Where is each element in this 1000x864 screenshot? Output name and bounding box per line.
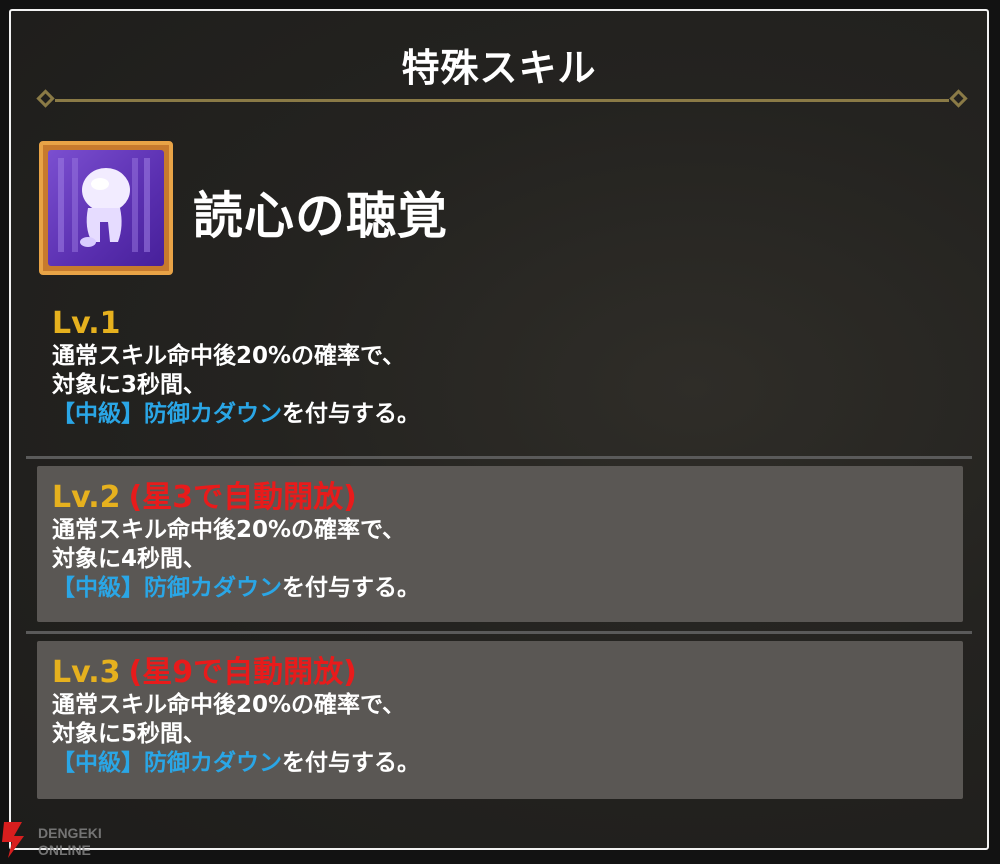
divider-line (55, 99, 949, 102)
level-1-line2: 対象に3秒間、 (52, 372, 207, 398)
unlock-condition: (星9で自動開放) (128, 655, 357, 690)
level-3-block: Lv.3 (星9で自動開放) 通常スキル命中後20%の確率で、 対象に5秒間、 【… (52, 655, 420, 778)
level-3-line1: 通常スキル命中後20%の確率で、 (52, 692, 406, 718)
level-separator (26, 631, 972, 634)
watermark-line1: DENGEKI (38, 825, 102, 841)
level-2-block: Lv.2 (星3で自動開放) 通常スキル命中後20%の確率で、 対象に4秒間、 【… (52, 480, 420, 603)
level-3-header: Lv.3 (星9で自動開放) (52, 655, 420, 691)
level-1-block: Lv.1 通常スキル命中後20%の確率で、 対象に3秒間、 【中級】防御カダウン… (52, 306, 420, 429)
debuff-tag: 【中級】防御カダウン (52, 750, 282, 776)
level-label: Lv.3 (52, 655, 121, 690)
level-1-line3: 【中級】防御カダウンを付与する。 (52, 400, 420, 429)
ghost-figure-icon (58, 158, 150, 252)
level-2-header: Lv.2 (星3で自動開放) (52, 480, 420, 516)
title-divider (36, 89, 968, 113)
level-separator (26, 456, 972, 459)
debuff-tag: 【中級】防御カダウン (52, 401, 282, 427)
debuff-tag: 【中級】防御カダウン (52, 575, 282, 601)
dengeki-logo-icon: DENGEKI ONLINE (2, 822, 102, 858)
level-1-suffix: を付与する。 (282, 401, 420, 427)
level-3-suffix: を付与する。 (282, 750, 420, 776)
divider-diamond-left-icon (36, 89, 55, 108)
divider-diamond-right-icon (949, 89, 968, 108)
skill-name: 読心の聴覚 (193, 187, 448, 245)
dengeki-online-watermark: DENGEKI ONLINE (0, 818, 130, 864)
level-1-header: Lv.1 (52, 306, 420, 342)
level-label: Lv.2 (52, 480, 121, 515)
level-2-line3: 【中級】防御カダウンを付与する。 (52, 574, 420, 603)
level-3-line3: 【中級】防御カダウンを付与する。 (52, 749, 420, 778)
listening-ghost-icon (39, 141, 173, 275)
panel-title: 特殊スキル (401, 46, 597, 90)
unlock-condition: (星3で自動開放) (128, 480, 357, 515)
level-label: Lv.1 (52, 306, 121, 341)
skill-icon-art (48, 150, 164, 266)
level-2-suffix: を付与する。 (282, 575, 420, 601)
watermark-line2: ONLINE (38, 842, 91, 858)
level-3-line2: 対象に5秒間、 (52, 721, 207, 747)
level-2-line1: 通常スキル命中後20%の確率で、 (52, 517, 406, 543)
level-2-line2: 対象に4秒間、 (52, 546, 207, 572)
level-1-line1: 通常スキル命中後20%の確率で、 (52, 343, 406, 369)
